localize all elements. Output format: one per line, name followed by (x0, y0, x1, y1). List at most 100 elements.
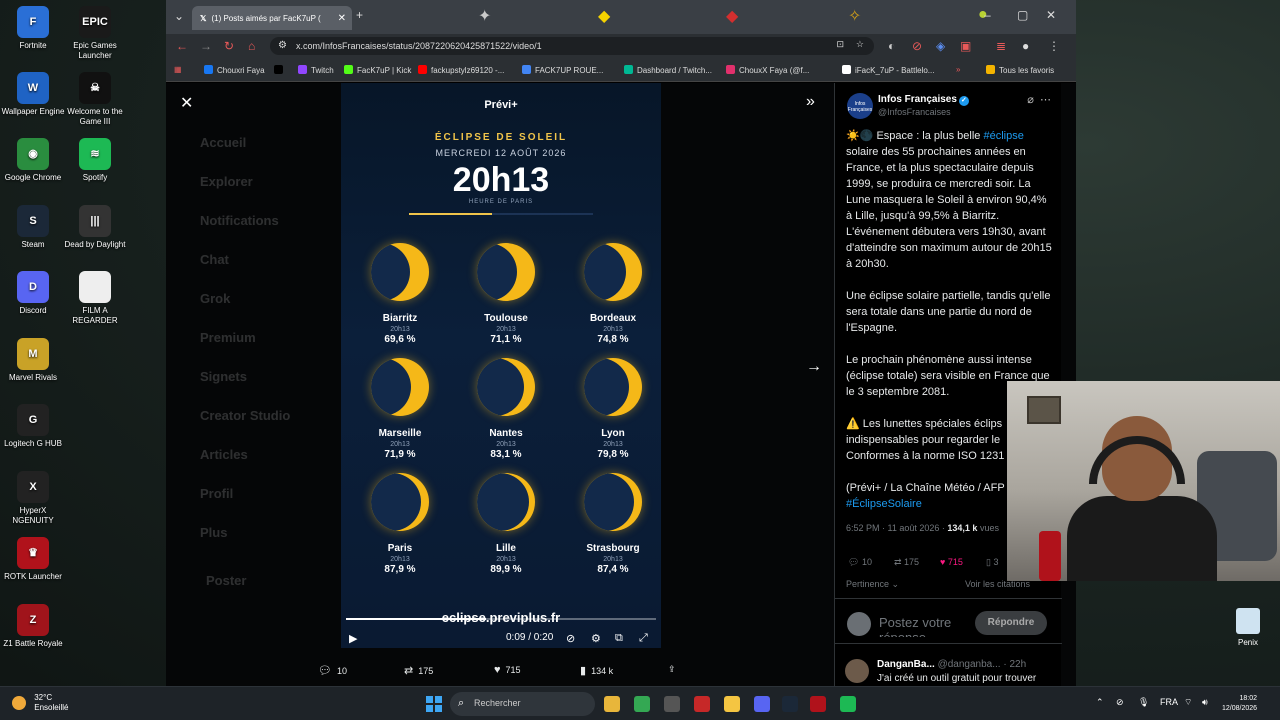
bookmark-item[interactable]: FacK7uP | Kick (344, 65, 411, 75)
wifi-icon[interactable]: ⌔ (1184, 697, 1192, 708)
weather-widget[interactable]: 32°C Ensoleillé (12, 693, 68, 713)
tweet-repost[interactable]: ⇄ 175 (894, 557, 919, 568)
profile-avatar[interactable]: ● (1022, 39, 1029, 53)
taskbar-app-icon[interactable] (754, 696, 770, 712)
pip-icon[interactable]: ⧉ (615, 632, 623, 645)
bookmark-item[interactable]: FACK7UP ROUE... (522, 65, 603, 75)
video-player[interactable]: Prévi+ ÉCLIPSE DE SOLEIL MERCREDI 12 AOÛ… (341, 83, 661, 648)
desktop-icon[interactable]: EPIC Epic Games Launcher (62, 6, 128, 61)
extension-icon[interactable]: ◐ (888, 39, 895, 53)
apps-grid-icon[interactable]: ▦ (174, 65, 182, 74)
more-bookmarks-icon[interactable]: » (956, 65, 960, 74)
close-media-icon[interactable]: ✕ (180, 93, 193, 113)
recycle-bin[interactable]: Penix (1228, 608, 1268, 647)
bookmark-item[interactable]: ChouxX Faya (@f... (726, 65, 809, 75)
close-window-icon[interactable]: ✕ (1046, 8, 1056, 22)
desktop-icon[interactable]: FILM A REGARDER (62, 271, 128, 326)
tab-search-icon[interactable]: ⌄ (174, 9, 184, 23)
adblock-icon[interactable]: ⊘ (912, 39, 922, 53)
back-icon[interactable]: ← (176, 39, 188, 53)
video-progress[interactable] (346, 618, 656, 620)
fullscreen-icon[interactable]: ⤢ (639, 632, 648, 645)
x-nav-item[interactable]: Poster (206, 573, 246, 588)
hashtag-link[interactable]: #éclipse (983, 130, 1023, 142)
author-handle[interactable]: @InfosFrancaises (878, 107, 951, 117)
x-nav-item[interactable]: Plus (200, 525, 227, 540)
reply-author[interactable]: DanganBa... @danganba... · 22h (877, 659, 1026, 670)
taskbar-app-icon[interactable] (782, 696, 798, 712)
minimize-icon[interactable]: – (984, 8, 991, 22)
bookmark-item[interactable]: fackupstylz69120 -... (418, 65, 504, 75)
reload-icon[interactable]: ↻ (224, 39, 234, 53)
desktop-icon[interactable]: ♛ ROTK Launcher (0, 537, 66, 582)
settings-icon[interactable]: ⚙ (591, 632, 601, 645)
desktop-icon[interactable]: S Steam (0, 205, 66, 250)
desktop-icon[interactable]: ◉ Google Chrome (0, 138, 66, 183)
taskbar-app-icon[interactable] (810, 696, 826, 712)
taskbar-app-icon[interactable] (840, 696, 856, 712)
volume-icon[interactable]: 🔊︎ (1202, 697, 1208, 708)
home-icon[interactable]: ⌂ (248, 39, 255, 53)
language-indicator[interactable]: FRA (1160, 697, 1178, 707)
desktop-icon[interactable]: ☠ Welcome to the Game III (62, 72, 128, 127)
x-nav-item[interactable]: Profil (200, 486, 233, 501)
next-media-icon[interactable]: → (806, 358, 822, 376)
share-icon[interactable]: ⇪ (668, 664, 676, 675)
x-nav-item[interactable]: Signets (200, 369, 247, 384)
reply-item[interactable]: DanganBa... @danganba... · 22h J'ai créé… (835, 651, 1062, 686)
site-info-icon[interactable]: ⚙ (278, 40, 287, 51)
reply-input[interactable]: Postez votre réponse (879, 615, 969, 637)
start-button[interactable] (426, 696, 442, 712)
desktop-icon[interactable]: Z Z1 Battle Royale (0, 604, 66, 649)
author-name[interactable]: Infos Françaises ✓ (878, 94, 969, 106)
bookmark-item[interactable]: Dashboard / Twitch... (624, 65, 712, 75)
desktop-icon[interactable]: M Marvel Rivals (0, 338, 66, 383)
views-action[interactable]: ▮ 134 k (580, 664, 613, 677)
x-nav-item[interactable]: Premium (200, 330, 256, 345)
url-field[interactable]: ⚙ x.com/InfosFrancaises/status/208722062… (270, 37, 874, 55)
active-tab[interactable]: 𝕏 (1) Posts aimés par FacK7uP (@ ✕ (192, 6, 352, 30)
tray-expand-icon[interactable]: ⌃ (1096, 697, 1104, 708)
x-nav-item[interactable]: Chat (200, 252, 229, 267)
taskbar-app-icon[interactable] (664, 696, 680, 712)
x-nav-item[interactable]: Creator Studio (200, 408, 290, 423)
taskbar-app-icon[interactable] (634, 696, 650, 712)
extensions-icon[interactable]: ▣ (960, 39, 971, 53)
network-icon[interactable]: ⊘ (1116, 697, 1124, 708)
desktop-icon[interactable]: F Fortnite (0, 6, 66, 51)
desktop-icon[interactable]: ≋ Spotify (62, 138, 128, 183)
reply-action[interactable]: 💬︎ 10 (318, 664, 347, 677)
hashtag-link[interactable]: #ÉclipseSolaire (846, 498, 922, 510)
x-nav-item[interactable]: Explorer (200, 174, 253, 189)
desktop-icon[interactable]: G Logitech G HUB (0, 404, 66, 449)
grok-icon[interactable]: ⌀ (1027, 94, 1034, 106)
reply-button[interactable]: Répondre (975, 611, 1047, 635)
bookmark-star-icon[interactable]: ☆ (856, 39, 864, 50)
x-nav-item[interactable]: Grok (200, 291, 230, 306)
new-tab-icon[interactable]: + (356, 8, 363, 22)
taskbar-app-icon[interactable] (694, 696, 710, 712)
more-icon[interactable]: ⋯ (1040, 94, 1051, 106)
tweet-reply[interactable]: 💬︎ 10 (848, 557, 872, 568)
bookmark-item[interactable]: Tous les favoris (986, 65, 1054, 75)
menu-icon[interactable]: ⋮ (1048, 39, 1060, 53)
x-nav-item[interactable]: Accueil (200, 135, 246, 150)
bookmark-item[interactable]: Twitch (298, 65, 334, 75)
reading-list-icon[interactable]: ≣ (996, 39, 1006, 53)
collapse-panel-icon[interactable]: » (806, 93, 815, 111)
extension-2-icon[interactable]: ◈ (936, 39, 945, 53)
clock[interactable]: 18:02 12/08/2026 (1222, 694, 1257, 714)
reply-avatar[interactable] (845, 659, 869, 683)
taskbar-app-icon[interactable] (604, 696, 620, 712)
play-icon[interactable]: ▶ (349, 632, 357, 645)
taskbar-app-icon[interactable] (724, 696, 740, 712)
x-nav-item[interactable]: Articles (200, 447, 248, 462)
author-avatar[interactable]: Infos Françaises (847, 93, 873, 119)
bookmark-item[interactable]: Chouxri Faya (204, 65, 265, 75)
sort-dropdown[interactable]: Pertinence ⌄ (846, 579, 899, 590)
close-tab-icon[interactable]: ✕ (338, 13, 346, 24)
like-action[interactable]: ♥ 715 (494, 664, 521, 676)
forward-icon[interactable]: → (200, 39, 212, 53)
no-sound-icon[interactable]: ⊘ (566, 632, 575, 645)
desktop-icon[interactable]: X HyperX NGENUITY (0, 471, 66, 526)
